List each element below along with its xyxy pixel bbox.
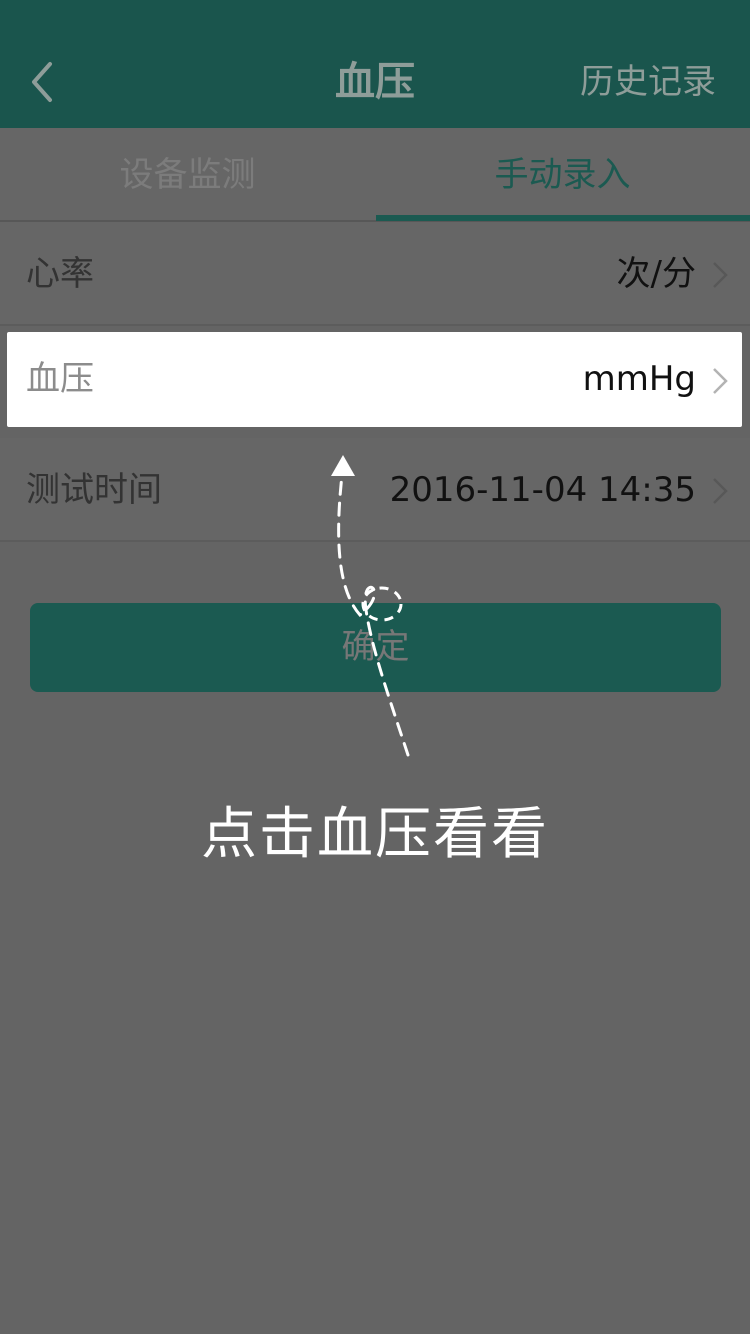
tab-bar: 设备监测 手动录入 (0, 128, 750, 222)
test-time-row[interactable]: 测试时间 2016-11-04 14:35 (0, 438, 750, 542)
tab-device-monitor[interactable]: 设备监测 (0, 128, 375, 222)
active-tab-indicator (376, 215, 750, 221)
guide-hint-text: 点击血压看看 (201, 802, 549, 867)
history-button[interactable]: 历史记录 (580, 58, 716, 106)
blood-pressure-row[interactable]: 血压 mmHg (7, 332, 742, 427)
test-time-label: 测试时间 (26, 470, 162, 510)
chevron-left-icon (32, 62, 52, 102)
heart-rate-row[interactable]: 心率 次/分 (0, 222, 750, 326)
heart-rate-value: 次/分 (616, 254, 696, 294)
chevron-right-icon (713, 262, 728, 288)
nav-bar: 血压 历史记录 (0, 0, 750, 128)
back-button[interactable] (22, 52, 72, 112)
blood-pressure-label: 血压 (26, 359, 94, 399)
blood-pressure-value: mmHg (582, 359, 696, 399)
chevron-right-icon (713, 478, 728, 504)
page: 血压 历史记录 设备监测 手动录入 心率 次/分 血压 mmHg 测试时间 20… (0, 0, 750, 1334)
heart-rate-label: 心率 (26, 254, 94, 294)
chevron-right-icon (713, 368, 728, 394)
test-time-value: 2016-11-04 14:35 (389, 470, 696, 510)
confirm-button[interactable]: 确定 (30, 603, 721, 692)
tab-manual-entry[interactable]: 手动录入 (375, 128, 750, 222)
